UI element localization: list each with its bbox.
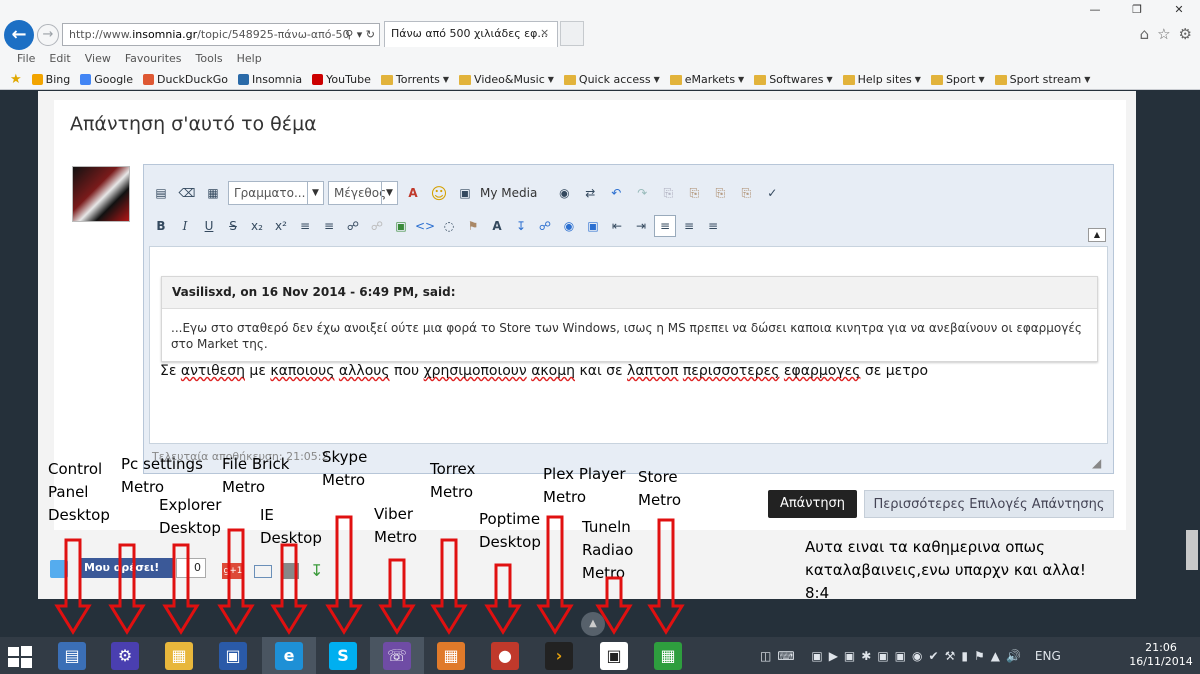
file-brick-icon: ▣	[219, 641, 247, 670]
note-text: Αυτα ειναι τα καθημερινα οπως καταλαβαιν…	[805, 536, 1086, 605]
file-explorer-icon: ▦	[165, 641, 193, 670]
tunein-radio-icon: ▣	[600, 641, 628, 670]
tray-app-icon[interactable]: ▣	[844, 649, 855, 663]
taskbar-app-internet-explorer[interactable]: e	[262, 637, 316, 674]
taskbar-app-store[interactable]: ▦	[641, 637, 695, 674]
red-arrow-icon	[647, 518, 685, 635]
red-arrow-icon	[108, 543, 146, 635]
taskbar-app-control-panel[interactable]: ▤	[45, 637, 99, 674]
tray-app-icon[interactable]: ▶	[829, 649, 838, 663]
red-arrow-icon	[378, 558, 416, 635]
store-icon: ▦	[654, 641, 682, 670]
keyboard-icon[interactable]: ⌨	[777, 649, 805, 663]
tools-icon[interactable]: ⚒	[945, 649, 956, 663]
network-icon[interactable]: ▲	[991, 649, 1000, 663]
tray-app-icon[interactable]: ◉	[912, 649, 922, 663]
internet-explorer-icon: e	[275, 641, 303, 670]
red-arrow-icon	[162, 543, 200, 635]
red-arrow-icon	[54, 538, 92, 635]
red-arrow-icon	[270, 543, 308, 635]
taskbar-app-poptime[interactable]: ●	[478, 637, 532, 674]
bluetooth-icon[interactable]: ✱	[861, 649, 871, 663]
torrex-icon: ▦	[437, 641, 465, 670]
tray-app-icon[interactable]: ▣	[895, 649, 906, 663]
taskbar-app-file-brick[interactable]: ▣	[206, 637, 260, 674]
battery-icon[interactable]: ▮	[961, 649, 968, 663]
red-arrow-icon	[536, 515, 574, 635]
red-arrow-icon	[484, 563, 522, 635]
red-arrow-icon	[217, 528, 255, 635]
control-panel-icon: ▤	[58, 641, 86, 670]
taskbar-app-file-explorer[interactable]: ▦	[152, 637, 206, 674]
tray-app-icon[interactable]: ✔	[929, 649, 939, 663]
viber-icon: ☏	[383, 641, 411, 670]
flag-icon[interactable]: ⚑	[974, 649, 985, 663]
taskbar-app-pc-settings[interactable]: ⚙	[98, 637, 152, 674]
pc-settings-icon: ⚙	[111, 641, 139, 670]
skype-icon: S	[329, 641, 357, 670]
note-line: 8:4	[805, 584, 830, 602]
red-arrow-icon	[595, 576, 633, 635]
clock[interactable]: 21:06 16/11/2014	[1128, 641, 1194, 669]
red-arrow-icon	[325, 515, 363, 635]
mouse-icon[interactable]: ◫	[760, 649, 771, 663]
taskbar-app-plex[interactable]: ›	[532, 637, 586, 674]
taskbar-app-torrex[interactable]: ▦	[424, 637, 478, 674]
note-line: Αυτα ειναι τα καθημερινα οπως	[805, 538, 1045, 556]
volume-icon[interactable]: 🔊	[1006, 649, 1021, 663]
clock-date: 16/11/2014	[1129, 655, 1193, 668]
taskbar-app-skype[interactable]: S	[316, 637, 370, 674]
tray-app-icon[interactable]: ▣	[811, 649, 822, 663]
clock-time: 21:06	[1145, 641, 1177, 654]
note-line: καταλαβαινεις,ενω υπαρχν και αλλα!	[805, 561, 1086, 579]
taskbar-app-tunein-radio[interactable]: ▣	[587, 637, 641, 674]
red-arrow-icon	[430, 538, 468, 635]
poptime-icon: ●	[491, 641, 519, 670]
windows-start-icon[interactable]	[6, 643, 34, 671]
taskbar-app-viber[interactable]: ☏	[370, 637, 424, 674]
system-tray: ◫ ⌨ ▣ ▶ ▣ ✱ ▣ ▣ ◉ ✔ ⚒ ▮ ⚑ ▲ 🔊 ENG	[760, 637, 1061, 674]
language-indicator[interactable]: ENG	[1035, 649, 1061, 663]
tray-app-icon[interactable]: ▣	[877, 649, 888, 663]
plex-icon: ›	[545, 641, 573, 670]
